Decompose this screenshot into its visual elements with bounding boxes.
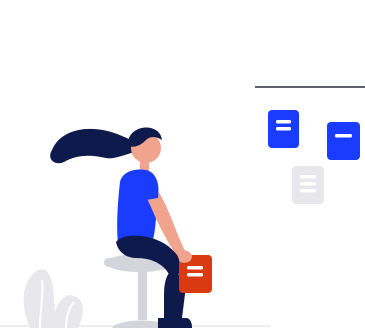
blue-sticky-note-icon [268,110,299,148]
empty-state-illustration [0,86,365,328]
blue-sticky-note-icon [327,122,360,160]
gray-sticky-note-icon [292,166,324,204]
plant-icon [23,269,83,328]
